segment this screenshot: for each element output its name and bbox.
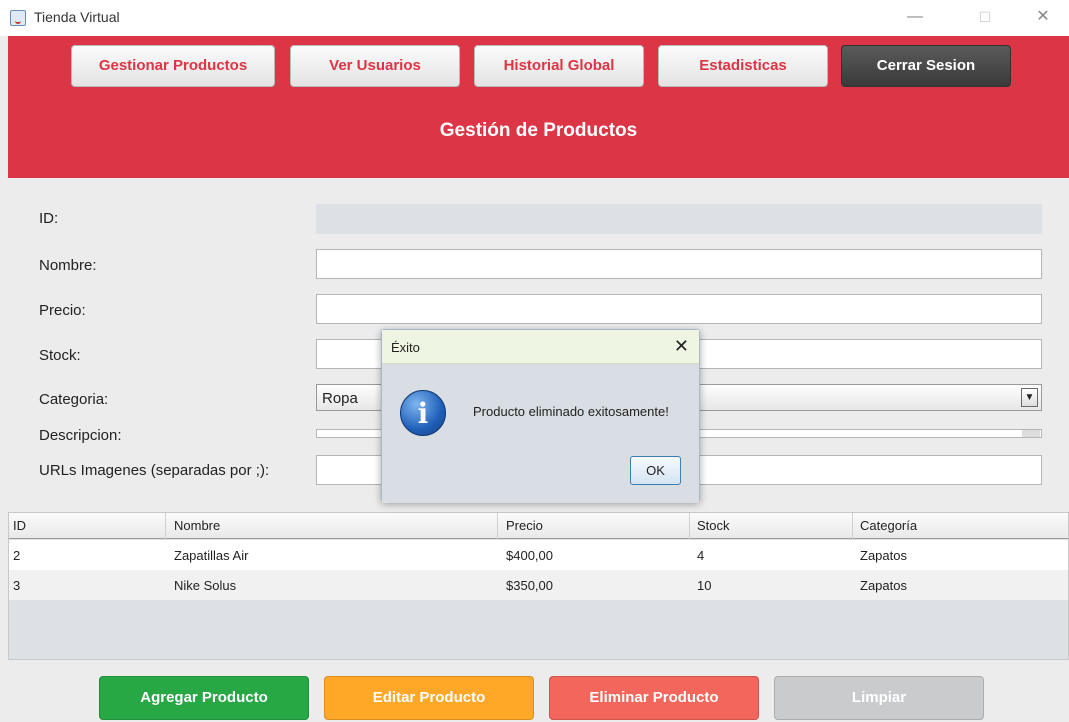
historial-global-button[interactable]: Historial Global (474, 45, 644, 87)
gestionar-productos-button[interactable]: Gestionar Productos (71, 45, 275, 87)
table-row[interactable]: 2 Zapatillas Air $400,00 4 Zapatos (9, 540, 1068, 570)
column-header-stock[interactable]: Stock (697, 518, 730, 533)
cell-stock: 4 (697, 548, 705, 563)
table-header: ID Nombre Precio Stock Categoría (9, 513, 1068, 539)
nombre-field[interactable] (316, 249, 1042, 279)
products-table: ID Nombre Precio Stock Categoría 2 Zapat… (8, 512, 1069, 660)
cerrar-sesion-button[interactable]: Cerrar Sesion (841, 45, 1011, 87)
column-header-categoria[interactable]: Categoría (860, 518, 917, 533)
column-header-nombre[interactable]: Nombre (174, 518, 220, 533)
minimize-button[interactable]: — (892, 4, 938, 30)
header-panel: Gestionar Productos Ver Usuarios Histori… (8, 36, 1069, 178)
precio-field[interactable] (316, 294, 1042, 324)
success-dialog: Éxito ✕ i Producto eliminado exitosament… (381, 329, 700, 503)
cell-nombre: Nike Solus (174, 578, 237, 593)
dialog-body: i Producto eliminado exitosamente! OK (382, 364, 699, 503)
column-header-precio[interactable]: Precio (506, 518, 543, 533)
maximize-button[interactable]: ☐ (962, 4, 1008, 30)
info-icon: i (400, 390, 446, 436)
eliminar-producto-button[interactable]: Eliminar Producto (549, 676, 759, 720)
precio-label: Precio: (39, 302, 86, 319)
dialog-message: Producto eliminado exitosamente! (473, 404, 669, 419)
cell-id: 2 (13, 548, 21, 563)
categoria-label: Categoria: (39, 391, 109, 408)
column-header-id[interactable]: ID (13, 518, 26, 533)
window-title: Tienda Virtual (34, 9, 120, 25)
urls-label: URLs Imagenes (separadas por ;): (39, 462, 270, 479)
cell-categoria: Zapatos (860, 578, 907, 593)
dialog-title: Éxito (391, 340, 420, 355)
nombre-label: Nombre: (39, 257, 97, 274)
dialog-titlebar: Éxito ✕ (382, 330, 699, 364)
ver-usuarios-button[interactable]: Ver Usuarios (290, 45, 460, 87)
close-icon[interactable]: ✕ (674, 336, 689, 357)
close-window-button[interactable]: ✕ (1020, 4, 1066, 30)
info-glyph: i (417, 397, 429, 430)
cell-stock: 10 (697, 578, 712, 593)
ok-button[interactable]: OK (630, 456, 681, 485)
descripcion-label: Descripcion: (39, 427, 122, 444)
cell-id: 3 (13, 578, 21, 593)
cell-precio: $350,00 (506, 578, 553, 593)
chevron-down-icon[interactable]: ▼ (1021, 388, 1038, 407)
cell-categoria: Zapatos (860, 548, 907, 563)
estadisticas-button[interactable]: Estadisticas (658, 45, 828, 87)
window-titlebar: Tienda Virtual — ☐ ✕ (0, 0, 1069, 36)
descripcion-scrollbar[interactable] (1022, 430, 1040, 437)
id-field (316, 204, 1042, 234)
stock-label: Stock: (39, 347, 81, 364)
id-label: ID: (39, 210, 59, 227)
cell-precio: $400,00 (506, 548, 553, 563)
page-title: Gestión de Productos (439, 120, 638, 141)
limpiar-button[interactable]: Limpiar (774, 676, 984, 720)
table-row[interactable]: 3 Nike Solus $350,00 10 Zapatos (9, 570, 1068, 600)
categoria-selected-value: Ropa (322, 390, 358, 407)
agregar-producto-button[interactable]: Agregar Producto (99, 676, 309, 720)
cell-nombre: Zapatillas Air (174, 548, 249, 563)
editar-producto-button[interactable]: Editar Producto (324, 676, 534, 720)
java-app-icon (10, 10, 26, 26)
